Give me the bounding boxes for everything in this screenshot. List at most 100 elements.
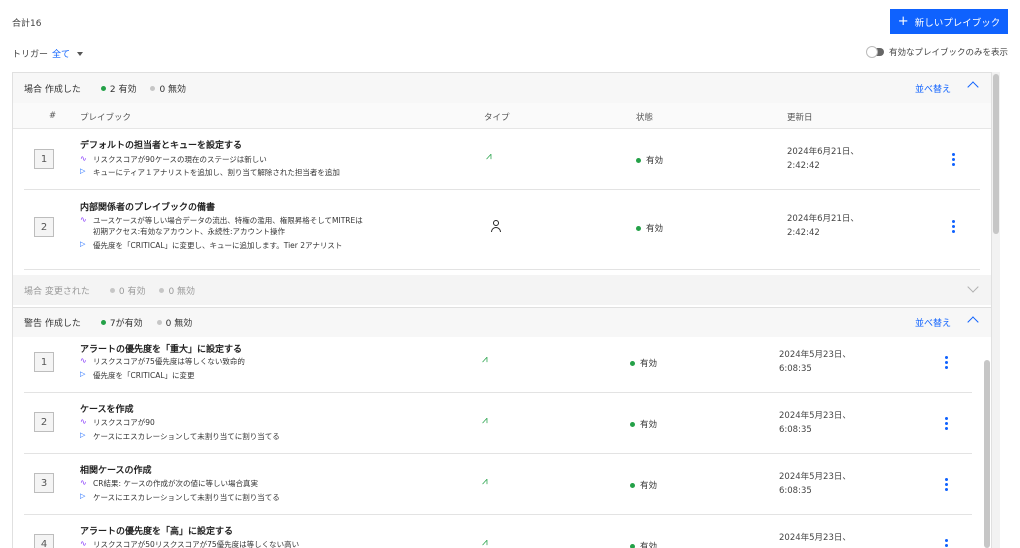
chevron-up-icon[interactable]	[967, 316, 979, 328]
play-icon: ▷	[80, 492, 86, 500]
active-count: 0 有効	[109, 284, 145, 297]
col-num: #	[49, 111, 57, 121]
group-title: 警告 作成した	[24, 319, 81, 329]
inactive-dot-icon	[159, 287, 165, 293]
status-dot-icon	[636, 157, 641, 163]
action-line: ▷ ケースにエスカレーションして未割り当てに割り当てる	[80, 431, 280, 441]
status-dot-icon	[630, 543, 635, 548]
updated-date: 2024年5月23日、 6:08:35	[779, 350, 851, 374]
playbook-title[interactable]: アラートの優先度を「重大」に設定する	[80, 342, 242, 355]
sort-link[interactable]: 並べ替え	[915, 82, 951, 95]
action-line: ▷ 優先度を「CRITICAL」に変更	[80, 370, 195, 380]
inactive-count: 0 無効	[156, 316, 192, 329]
trigger-value[interactable]: 全て	[52, 47, 70, 60]
trigger-label: トリガー	[12, 50, 49, 60]
col-updated[interactable]: 更新日	[787, 111, 813, 123]
kebab-menu-icon[interactable]	[944, 478, 948, 491]
col-status: 状態	[636, 113, 654, 123]
play-icon: ▷	[80, 431, 86, 439]
toggle-label: 有効なプレイブックのみを表示	[888, 48, 1008, 58]
condition-line: ∿ ユースケースが等しい場合データの流出、特権の濫用、権限昇格そしてMITREは初…	[80, 215, 363, 236]
inactive-count: 0 無効	[150, 82, 186, 95]
pulse-icon: ∿	[80, 154, 87, 163]
action-line: ▷ キューにティア１アナリストを追加し、割り当て解除された担当者を追加	[80, 167, 340, 177]
table-row[interactable]: 1 デフォルトの担当者とキューを設定する ∿ リスクスコアが90ケースの現在のステ…	[24, 129, 980, 190]
table-row[interactable]: 2 内部関係者のプレイブックの備書 ∿ ユースケースが等しい場合データの流出、特権…	[24, 190, 980, 270]
kebab-menu-icon[interactable]	[944, 417, 948, 430]
inactive-dot-icon	[156, 320, 162, 325]
row-number: 1	[34, 352, 54, 372]
scrollbar-thumb[interactable]	[993, 74, 999, 234]
group-header-alert-created: 警告 作成した 7が有効 0 無効 並べ替え	[13, 307, 991, 337]
row-number: 2	[34, 217, 54, 237]
pulse-icon: ∿	[80, 478, 87, 487]
alert-type-icon: ⩘	[482, 537, 488, 548]
status-dot-icon	[630, 482, 635, 488]
playbook-title[interactable]: ケースを作成	[80, 402, 134, 415]
sort-link[interactable]: 並べ替え	[915, 316, 951, 329]
updated-date: 2024年5月23日、 6:08:35	[779, 472, 851, 496]
trigger-filter[interactable]: トリガー 全て	[12, 47, 84, 60]
toggle-switch[interactable]	[865, 46, 884, 58]
condition-line: ∿ リスクスコアが90ケースの現在のステージは新しい	[80, 154, 267, 164]
status-badge: 有効	[630, 418, 657, 430]
pulse-icon: ∿	[80, 539, 87, 548]
updated-date: 2024年5月23日、	[779, 533, 851, 543]
inner-scrollbar-thumb[interactable]	[984, 360, 990, 548]
top-bar: 合計16 + 新しいプレイブック トリガー 全て 有効なプレイブックのみを表示	[12, 0, 1008, 70]
new-playbook-button[interactable]: + 新しいプレイブック	[890, 9, 1008, 34]
status-badge: 有効	[636, 222, 663, 234]
table-row[interactable]: 3 相関ケースの作成 ∿ CR結果: ケースの作成が次の値に等しい場合真実 ▷ ケー…	[24, 454, 972, 515]
playbook-title[interactable]: デフォルトの担当者とキューを設定する	[80, 138, 242, 151]
chevron-down-icon[interactable]	[967, 281, 979, 293]
status-badge: 有効	[630, 540, 657, 548]
chevron-up-icon[interactable]	[967, 81, 979, 93]
status-dot-icon	[636, 225, 641, 231]
action-line: ▷ 優先度を「CRITICAL」に変更し、キューに追加します。Tier 2アナリス…	[80, 240, 343, 250]
active-count: 2 有効	[100, 82, 136, 95]
kebab-menu-icon[interactable]	[944, 539, 948, 548]
playbook-panel: 場合 作成した 2 有効 0 無効 並べ替え # プレイブック タイプ 状態 更…	[12, 72, 992, 548]
row-number: 2	[34, 412, 54, 432]
alert-type-icon: ⩘	[482, 476, 488, 487]
status-dot-icon	[630, 421, 635, 427]
active-only-toggle[interactable]: 有効なプレイブックのみを表示	[865, 46, 1008, 58]
kebab-menu-icon[interactable]	[944, 356, 948, 369]
row-number: 1	[34, 149, 54, 169]
inactive-dot-icon	[150, 85, 156, 91]
updated-date: 2024年5月23日、 6:08:35	[779, 411, 851, 435]
play-icon: ▷	[80, 370, 86, 378]
playbook-title[interactable]: アラートの優先度を「高」に設定する	[80, 524, 233, 537]
playbook-title[interactable]: 相関ケースの作成	[80, 463, 152, 476]
condition-line: ∿ リスクスコアが75優先度は等しくない致命的	[80, 356, 245, 366]
kebab-menu-icon[interactable]	[951, 220, 955, 233]
playbook-title[interactable]: 内部関係者のプレイブックの備書	[80, 200, 215, 213]
alert-type-icon: ⩘	[482, 354, 488, 365]
pulse-icon: ∿	[80, 356, 87, 365]
kebab-menu-icon[interactable]	[951, 153, 955, 166]
active-dot-icon	[100, 85, 106, 91]
pulse-icon: ∿	[80, 215, 87, 224]
table-header: # プレイブック タイプ 状態 更新日	[13, 103, 991, 129]
updated-date: 2024年6月21日、 2:42:42	[787, 147, 859, 171]
caret-down-icon[interactable]	[77, 51, 84, 56]
play-icon: ▷	[80, 167, 86, 175]
row-number: 3	[34, 473, 54, 493]
table-row[interactable]: 2 ケースを作成 ∿ リスクスコアが90 ▷ ケースにエスカレーションして未割り当て…	[24, 393, 972, 454]
user-icon	[490, 220, 502, 232]
table-row[interactable]: 1 アラートの優先度を「重大」に設定する ∿ リスクスコアが75優先度は等しくない…	[24, 337, 972, 393]
pulse-icon: ∿	[80, 417, 87, 426]
alert-type-icon: ⩘	[486, 151, 492, 162]
active-count: 7が有効	[100, 316, 143, 329]
status-badge: 有効	[630, 479, 657, 491]
condition-line: ∿ リスクスコアが90	[80, 417, 155, 427]
total-count: 合計16	[12, 19, 42, 29]
action-line: ▷ ケースにエスカレーションして未割り当てに割り当てる	[80, 492, 280, 502]
row-number: 4	[34, 534, 54, 548]
col-playbook: プレイブック	[80, 113, 132, 123]
play-icon: ▷	[80, 240, 86, 248]
status-dot-icon	[630, 360, 635, 366]
condition-line: ∿ リスクスコアが50リスクスコアが75優先度は等しくない高い	[80, 539, 300, 548]
condition-line: ∿ CR結果: ケースの作成が次の値に等しい場合真実	[80, 478, 258, 488]
table-row[interactable]: 4 アラートの優先度を「高」に設定する ∿ リスクスコアが50リスクスコアが75優…	[24, 515, 972, 548]
